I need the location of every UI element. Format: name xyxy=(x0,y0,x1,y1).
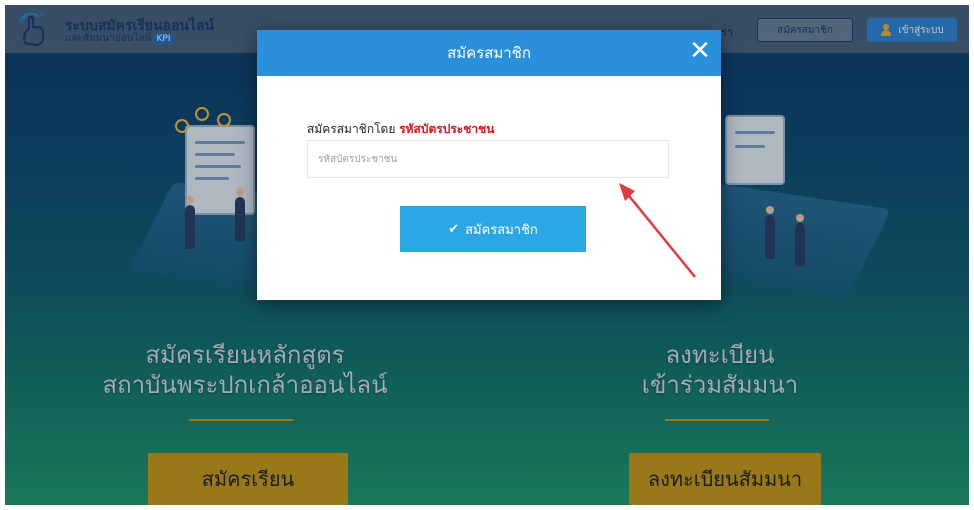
id-card-label-highlight: รหัสบัตรประชาชน xyxy=(399,122,495,136)
modal-title: สมัครสมาชิก xyxy=(447,44,531,62)
check-icon: ✔ xyxy=(448,221,460,237)
id-card-label-prefix: สมัครสมาชิกโดย xyxy=(307,122,396,136)
id-card-label: สมัครสมาชิกโดย รหัสบัตรประชาชน xyxy=(307,120,494,139)
close-icon[interactable]: ✕ xyxy=(687,38,713,64)
id-card-input[interactable] xyxy=(307,140,669,178)
submit-register-button[interactable]: ✔ สมัครสมาชิก xyxy=(400,206,586,252)
submit-register-label: สมัครสมาชิก xyxy=(465,222,538,238)
register-modal: สมัครสมาชิก ✕ สมัครสมาชิกโดย รหัสบัตรประ… xyxy=(257,30,721,300)
page-frame: ระบบสมัครเรียนออนไลน์ และสัมมนาออนไลน์ KP… xyxy=(5,5,969,505)
